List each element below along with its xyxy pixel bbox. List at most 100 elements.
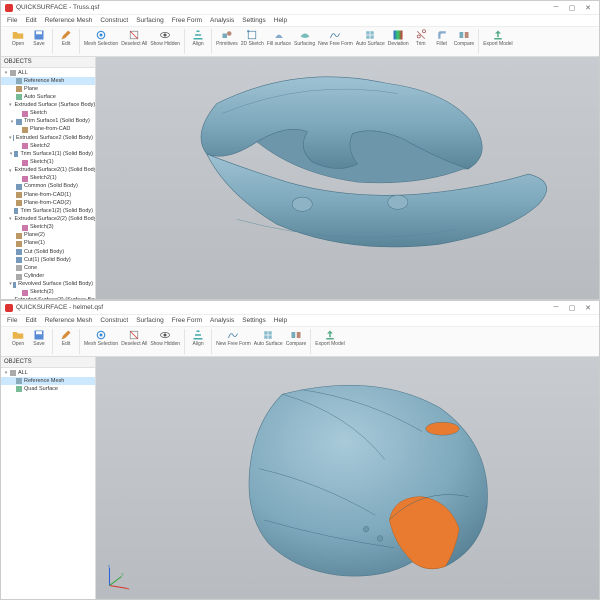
twisty-icon[interactable] <box>9 184 15 190</box>
menu-analysis[interactable]: Analysis <box>210 317 234 324</box>
twisty-icon[interactable]: ▾ <box>3 370 9 376</box>
twisty-icon[interactable] <box>9 386 15 392</box>
new-freeform-button[interactable]: New Free Form <box>216 329 251 347</box>
auto-surface-button[interactable]: Auto Surface <box>356 29 385 47</box>
close-button[interactable]: ✕ <box>581 3 595 13</box>
twisty-icon[interactable]: ▾ <box>3 70 9 76</box>
menu-construct[interactable]: Construct <box>100 317 128 324</box>
mesh-selection-button[interactable]: Mesh Selection <box>84 29 118 47</box>
tree-node[interactable]: Trim Surface1(2) (Solid Body) <box>1 207 95 215</box>
surfacing-button[interactable]: Surfacing <box>294 29 315 47</box>
viewport-3d[interactable]: z x y <box>96 357 599 599</box>
twisty-icon[interactable] <box>9 192 15 198</box>
tree-node[interactable]: ▾Trim Surface1(1) (Solid Body) <box>1 150 95 158</box>
fillet-button[interactable]: Fillet <box>433 29 451 47</box>
menu-analysis[interactable]: Analysis <box>210 17 234 24</box>
tree-node[interactable]: ▾Extruded Surface2(1) (Solid Body) <box>1 167 95 175</box>
tree-node[interactable]: Reference Mesh <box>1 77 95 85</box>
menu-settings[interactable]: Settings <box>242 17 266 24</box>
viewport-3d[interactable] <box>96 57 599 299</box>
twisty-icon[interactable]: ▾ <box>9 282 12 288</box>
menu-freeform[interactable]: Free Form <box>172 17 202 24</box>
menu-surfacing[interactable]: Surfacing <box>136 317 163 324</box>
tree-node[interactable]: Sketch(3) <box>1 224 95 232</box>
close-button[interactable]: ✕ <box>581 303 595 313</box>
edit-button[interactable]: Edit <box>57 329 75 347</box>
save-button[interactable]: Save <box>30 329 48 347</box>
twisty-icon[interactable] <box>15 127 21 133</box>
twisty-icon[interactable] <box>9 200 15 206</box>
menu-file[interactable]: File <box>7 17 17 24</box>
primitives-button[interactable]: Primitives <box>216 29 238 47</box>
maximize-button[interactable]: ▢ <box>565 3 579 13</box>
minimize-button[interactable]: ─ <box>549 303 563 313</box>
twisty-icon[interactable]: ▾ <box>9 103 12 109</box>
twisty-icon[interactable] <box>15 176 21 182</box>
twisty-icon[interactable] <box>9 233 15 239</box>
tree-node[interactable]: ▾ALL <box>1 369 95 377</box>
tree-node[interactable]: Common (Solid Body) <box>1 183 95 191</box>
compare-button[interactable]: Compare <box>286 329 307 347</box>
twisty-icon[interactable] <box>9 78 15 84</box>
tree-node[interactable]: ▾ALL <box>1 69 95 77</box>
menu-file[interactable]: File <box>7 317 17 324</box>
tree-node[interactable]: Sketch2(1) <box>1 175 95 183</box>
align-button[interactable]: Align <box>189 29 207 47</box>
menu-refmesh[interactable]: Reference Mesh <box>45 317 93 324</box>
deviation-button[interactable]: Deviation <box>388 29 409 47</box>
menu-help[interactable]: Help <box>274 17 287 24</box>
twisty-icon[interactable] <box>9 257 15 263</box>
twisty-icon[interactable] <box>9 249 15 255</box>
trim-button[interactable]: Trim <box>412 29 430 47</box>
twisty-icon[interactable] <box>9 208 13 214</box>
menu-help[interactable]: Help <box>274 317 287 324</box>
show-hidden-button[interactable]: Show Hidden <box>150 29 180 47</box>
twisty-icon[interactable] <box>15 111 21 117</box>
menu-edit[interactable]: Edit <box>25 17 36 24</box>
twisty-icon[interactable]: ▾ <box>9 119 15 125</box>
tree-node[interactable]: ▾Revolved Surface (Solid Body) <box>1 281 95 289</box>
tree-node[interactable]: ▾Trim Surface1 (Solid Body) <box>1 118 95 126</box>
deselect-all-button[interactable]: Deselect All <box>121 329 147 347</box>
tree-node[interactable]: Cone <box>1 264 95 272</box>
open-button[interactable]: Open <box>9 29 27 47</box>
twisty-icon[interactable] <box>9 378 15 384</box>
auto-surface-button[interactable]: Auto Surface <box>254 329 283 347</box>
menu-refmesh[interactable]: Reference Mesh <box>45 17 93 24</box>
sketch2d-button[interactable]: 2D Sketch <box>241 29 264 47</box>
export-model-button[interactable]: Export Model <box>315 329 344 347</box>
tree-node[interactable]: ▾Extruded Surface(3) (Surface Body) <box>1 297 95 299</box>
menu-construct[interactable]: Construct <box>100 17 128 24</box>
new-freeform-button[interactable]: New Free Form <box>318 29 353 47</box>
menu-edit[interactable]: Edit <box>25 317 36 324</box>
tree-node[interactable]: Sketch(1) <box>1 159 95 167</box>
menu-freeform[interactable]: Free Form <box>172 317 202 324</box>
axis-gizmo-icon[interactable]: z x y <box>102 563 132 593</box>
tree-node[interactable]: Plane-from-CAD(1) <box>1 191 95 199</box>
twisty-icon[interactable] <box>15 160 21 166</box>
menu-settings[interactable]: Settings <box>242 317 266 324</box>
open-button[interactable]: Open <box>9 329 27 347</box>
menu-surfacing[interactable]: Surfacing <box>136 17 163 24</box>
twisty-icon[interactable] <box>9 265 15 271</box>
twisty-icon[interactable]: ▾ <box>9 135 12 141</box>
twisty-icon[interactable] <box>9 274 15 280</box>
twisty-icon[interactable] <box>15 290 21 296</box>
tree-node[interactable]: ▾Extruded Surface2(2) (Solid Body) <box>1 216 95 224</box>
show-hidden-button[interactable]: Show Hidden <box>150 329 180 347</box>
maximize-button[interactable]: ▢ <box>565 303 579 313</box>
twisty-icon[interactable]: ▾ <box>9 151 13 157</box>
tree-node[interactable]: ▾Extruded Surface2 (Solid Body) <box>1 134 95 142</box>
edit-button[interactable]: Edit <box>57 29 75 47</box>
twisty-icon[interactable]: ▾ <box>9 168 12 174</box>
tree-node[interactable]: Quad Surface <box>1 385 95 393</box>
fill-button[interactable]: Fill surface <box>267 29 291 47</box>
tree-node[interactable]: Auto Surface <box>1 93 95 101</box>
twisty-icon[interactable]: ▾ <box>9 217 12 223</box>
export-model-button[interactable]: Export Model <box>483 29 512 47</box>
tree-node[interactable]: Plane-from-CAD <box>1 126 95 134</box>
align-button[interactable]: Align <box>189 329 207 347</box>
tree-node[interactable]: Plane-from-CAD(2) <box>1 199 95 207</box>
mesh-selection-button[interactable]: Mesh Selection <box>84 329 118 347</box>
feature-tree[interactable]: ▾ALLReference MeshPlaneAuto Surface▾Extr… <box>1 68 95 299</box>
